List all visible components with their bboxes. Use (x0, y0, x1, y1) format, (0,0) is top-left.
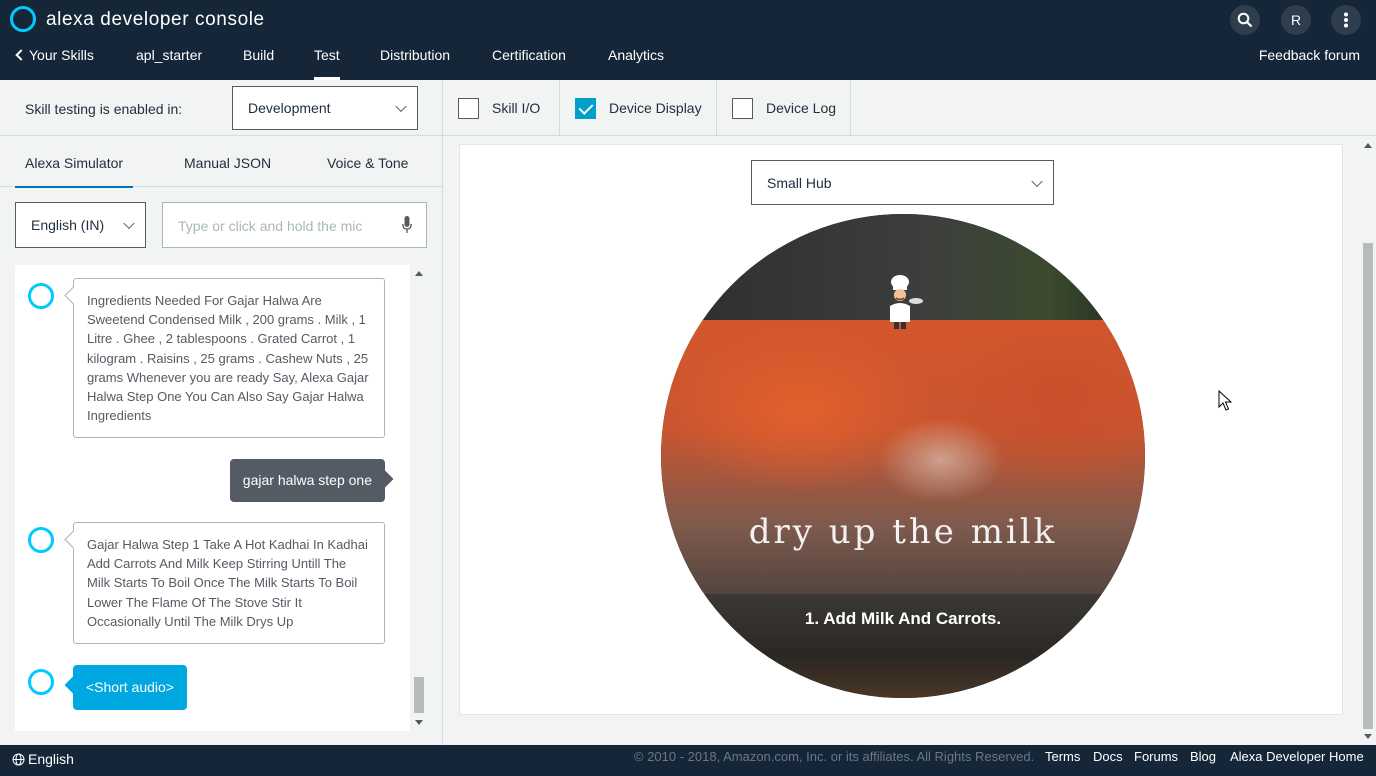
alexa-avatar-icon (28, 527, 54, 553)
small-hub-screen[interactable]: dry up the milk 1. Add Milk And Carrots. (661, 214, 1145, 698)
globe-icon (12, 753, 25, 766)
device-display-panel: Small Hub dry up the milk 1. Add Milk An… (444, 137, 1376, 745)
footer-link-forums[interactable]: Forums (1134, 749, 1178, 764)
alexa-avatar-icon (28, 669, 54, 695)
divider (716, 80, 717, 136)
divider (442, 80, 443, 136)
copyright-text: © 2010 - 2018, Amazon.com, Inc. or its a… (634, 749, 1035, 764)
back-label: Your Skills (29, 47, 94, 63)
feedback-forum-link[interactable]: Feedback forum (1259, 47, 1360, 63)
locale-value: English (IN) (31, 217, 105, 233)
footer-link-blog[interactable]: Blog (1190, 749, 1216, 764)
page-footer: English © 2010 - 2018, Amazon.com, Inc. … (0, 745, 1376, 776)
nav-build[interactable]: Build (243, 47, 274, 80)
tab-manual-json[interactable]: Manual JSON (184, 155, 271, 187)
chat-scrollbar[interactable] (411, 265, 427, 731)
nav-skill-name[interactable]: apl_starter (136, 47, 202, 80)
nav-distribution[interactable]: Distribution (380, 47, 450, 80)
top-header: alexa developer console R Your Skills ap… (0, 0, 1376, 80)
scroll-down-icon[interactable] (415, 720, 423, 725)
device-display-checkbox[interactable] (575, 98, 596, 119)
alexa-response: Gajar Halwa Step 1 Take A Hot Kadhai In … (73, 522, 385, 644)
divider (850, 80, 851, 136)
search-icon[interactable] (1230, 5, 1260, 35)
user-avatar[interactable]: R (1281, 5, 1311, 35)
simulator-panel: Alexa Simulator Manual JSON Voice & Tone… (0, 137, 443, 745)
tab-alexa-simulator[interactable]: Alexa Simulator (14, 155, 134, 188)
alexa-logo-icon[interactable] (10, 6, 36, 32)
footer-link-docs[interactable]: Docs (1093, 749, 1123, 764)
footer-link-terms[interactable]: Terms (1045, 749, 1080, 764)
back-to-skills-link[interactable]: Your Skills (15, 47, 94, 80)
scroll-up-icon[interactable] (1364, 143, 1372, 148)
display-card: Small Hub dry up the milk 1. Add Milk An… (459, 144, 1343, 715)
more-options-icon[interactable] (1331, 5, 1361, 35)
stage-value: Development (248, 100, 331, 116)
brand-title[interactable]: alexa developer console (46, 9, 265, 31)
locale-select[interactable]: English (IN) (15, 202, 146, 248)
nav-certification[interactable]: Certification (492, 47, 566, 80)
scroll-down-icon[interactable] (1364, 734, 1372, 739)
skill-io-checkbox[interactable] (458, 98, 479, 119)
main-nav: Your Skills apl_starter Build Test Distr… (0, 40, 1376, 80)
short-audio-message[interactable]: <Short audio> (73, 665, 187, 710)
device-type-value: Small Hub (767, 174, 832, 191)
scroll-thumb[interactable] (1363, 243, 1373, 729)
divider (559, 80, 560, 136)
overlay-caption: dry up the milk (748, 512, 1058, 552)
recipe-background-image (661, 320, 1145, 594)
input-placeholder: Type or click and hold the mic (178, 218, 363, 234)
chevron-down-icon (1031, 175, 1043, 187)
device-display-label[interactable]: Device Display (609, 100, 702, 116)
chevron-down-icon (123, 217, 135, 230)
nav-test[interactable]: Test (314, 47, 340, 80)
skill-io-label[interactable]: Skill I/O (492, 100, 540, 116)
device-log-checkbox[interactable] (732, 98, 753, 119)
language-label: English (28, 751, 74, 767)
alexa-response: Ingredients Needed For Gajar Halwa Are S… (73, 278, 385, 438)
conversation-log: Ingredients Needed For Gajar Halwa Are S… (15, 265, 410, 731)
chevron-down-icon (395, 100, 407, 113)
tab-voice-tone[interactable]: Voice & Tone (327, 155, 408, 187)
footer-link-developer-home[interactable]: Alexa Developer Home (1230, 749, 1364, 764)
stage-select[interactable]: Development (232, 86, 418, 130)
language-selector[interactable]: English (12, 751, 74, 767)
step-text: 1. Add Milk And Carrots. (804, 609, 1002, 628)
device-log-label[interactable]: Device Log (766, 100, 836, 116)
utterance-input[interactable]: Type or click and hold the mic (162, 202, 427, 248)
scroll-thumb[interactable] (414, 677, 424, 713)
chef-logo-icon (890, 275, 923, 329)
device-type-select[interactable]: Small Hub (751, 160, 1054, 205)
scroll-up-icon[interactable] (415, 271, 423, 276)
simulator-tabs: Alexa Simulator Manual JSON Voice & Tone (0, 137, 443, 188)
user-utterance: gajar halwa step one (229, 459, 385, 502)
nav-analytics[interactable]: Analytics (608, 47, 664, 80)
alexa-avatar-icon (28, 283, 54, 309)
skill-testing-label: Skill testing is enabled in: (25, 101, 183, 117)
chevron-left-icon (15, 49, 27, 61)
mouse-cursor-icon (1218, 390, 1232, 411)
test-toolbar: Skill testing is enabled in: Development… (0, 80, 1376, 136)
display-scrollbar[interactable] (1360, 137, 1376, 745)
microphone-icon[interactable] (402, 216, 412, 234)
